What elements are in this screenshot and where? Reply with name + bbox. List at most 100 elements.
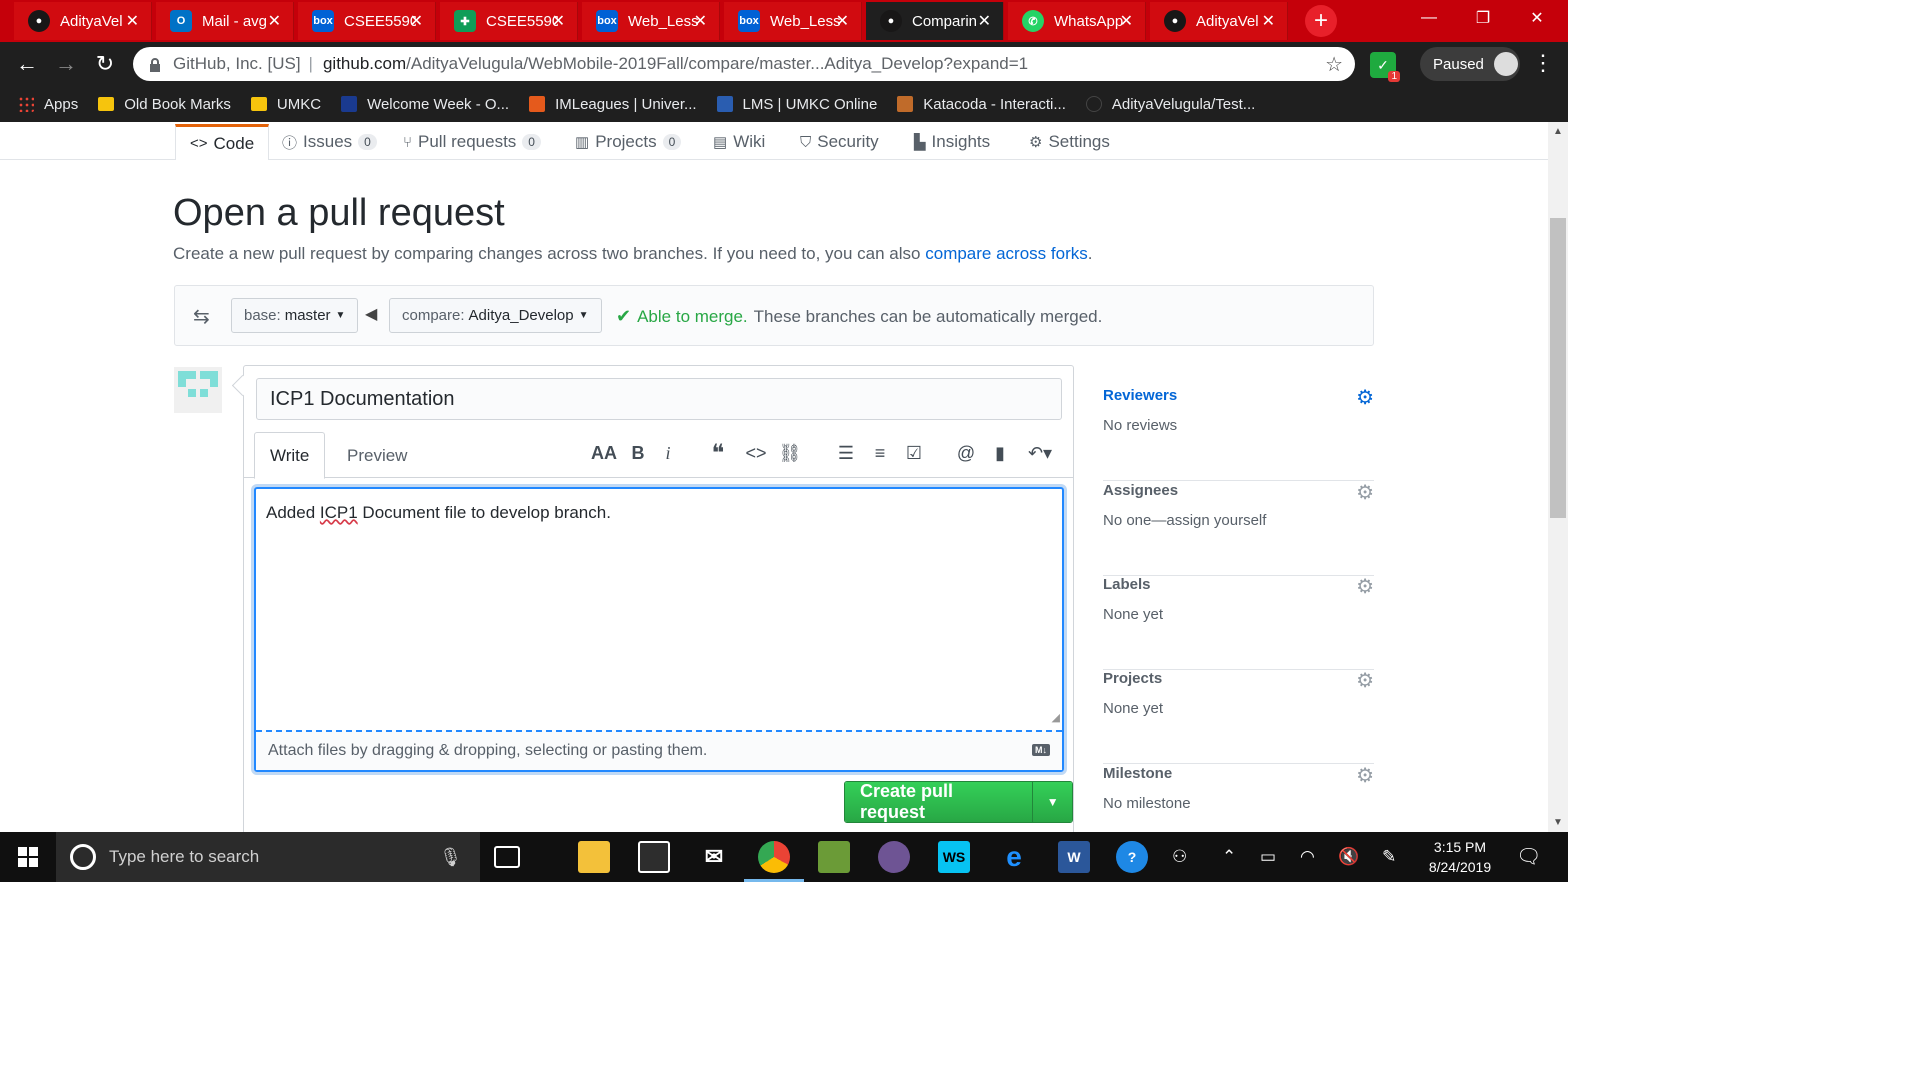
- wifi-icon[interactable]: ◠: [1300, 847, 1315, 867]
- minimize-button[interactable]: —: [1402, 0, 1456, 36]
- tab-write[interactable]: Write: [254, 432, 326, 479]
- bold-icon[interactable]: B: [624, 443, 652, 464]
- chevron-up-icon[interactable]: ⌃: [1222, 847, 1236, 867]
- browser-tab[interactable]: ● AdityaVel ✕: [1150, 2, 1288, 40]
- bookmark-star-icon[interactable]: ☆: [1325, 52, 1343, 77]
- reload-button[interactable]: ↻: [91, 50, 119, 78]
- bookmark-item[interactable]: IMLeagues | Univer...: [529, 96, 697, 113]
- resize-handle-icon[interactable]: ◢: [1052, 711, 1060, 724]
- extension-icon[interactable]: ✓ 1: [1370, 52, 1400, 82]
- pen-icon[interactable]: ✎: [1382, 847, 1396, 867]
- gear-icon[interactable]: ⚙: [1356, 385, 1374, 410]
- gear-icon[interactable]: ⚙: [1356, 668, 1374, 693]
- tab-settings[interactable]: ⚙ Settings: [1029, 126, 1110, 158]
- gear-icon[interactable]: ⚙: [1356, 574, 1374, 599]
- scroll-up-icon[interactable]: ▲: [1553, 126, 1563, 137]
- close-icon[interactable]: ✕: [1120, 11, 1133, 31]
- mention-icon[interactable]: @: [952, 443, 980, 464]
- help-icon[interactable]: ?: [1116, 841, 1148, 873]
- start-button[interactable]: [0, 832, 56, 882]
- scroll-down-icon[interactable]: ▼: [1553, 817, 1563, 828]
- tab-issues[interactable]: ⓘ Issues 0: [282, 126, 377, 158]
- chrome-icon[interactable]: [744, 841, 804, 882]
- browser-tab[interactable]: box Web_Less ✕: [582, 2, 720, 40]
- bookmark-icon[interactable]: ▮: [986, 443, 1014, 464]
- bookmark-item[interactable]: AdityaVelugula/Test...: [1085, 96, 1255, 113]
- sidebar-heading[interactable]: Assignees: [1103, 482, 1178, 499]
- sidebar-heading[interactable]: Projects: [1103, 670, 1162, 687]
- tab-security[interactable]: ⛉ Security: [800, 126, 879, 158]
- browser-tab[interactable]: box Web_Less ✕: [724, 2, 862, 40]
- bookmark-item[interactable]: Welcome Week - O...: [341, 96, 509, 113]
- browser-tab[interactable]: ✆ WhatsApp ✕: [1008, 2, 1146, 40]
- browser-tab[interactable]: ✚ CSEE5590 ✕: [440, 2, 578, 40]
- close-icon[interactable]: ✕: [836, 11, 849, 31]
- close-icon[interactable]: ✕: [410, 11, 423, 31]
- notification-icon[interactable]: 🗨: [1516, 844, 1541, 869]
- profile-button[interactable]: Paused: [1420, 47, 1520, 81]
- bookmark-item[interactable]: UMKC: [250, 96, 321, 113]
- sidebar-heading[interactable]: Reviewers: [1103, 387, 1177, 404]
- compare-branch-select[interactable]: compare: Aditya_Develop ▼: [389, 298, 602, 333]
- gear-icon[interactable]: ⚙: [1356, 763, 1374, 788]
- new-tab-button[interactable]: +: [1305, 5, 1337, 37]
- word-icon[interactable]: W: [1058, 841, 1090, 873]
- tab-pull-requests[interactable]: ⑂ Pull requests 0: [403, 126, 541, 158]
- numbered-list-icon[interactable]: ≡: [866, 443, 894, 464]
- forward-button[interactable]: →: [52, 50, 80, 78]
- pr-title-input[interactable]: [256, 378, 1062, 420]
- tab-wiki[interactable]: ▤ Wiki: [713, 126, 765, 158]
- page-scrollbar[interactable]: ▲ ▼: [1548, 122, 1568, 832]
- bookmark-item[interactable]: Apps: [18, 96, 78, 113]
- taskbar-search[interactable]: Type here to search 🎙: [56, 832, 480, 882]
- sidebar-value[interactable]: No one—assign yourself: [1103, 512, 1266, 529]
- bookmark-item[interactable]: Old Book Marks: [98, 96, 231, 113]
- reply-icon[interactable]: ↶▾: [1026, 443, 1054, 464]
- close-window-button[interactable]: ✕: [1510, 0, 1564, 36]
- battery-icon[interactable]: ▭: [1260, 847, 1276, 867]
- people-icon[interactable]: ⚇: [1172, 847, 1187, 867]
- sidebar-heading[interactable]: Milestone: [1103, 765, 1172, 782]
- photos-icon[interactable]: [818, 841, 850, 873]
- menu-kebab-icon[interactable]: ⋮: [1532, 50, 1554, 76]
- browser-tab-active[interactable]: ● Comparin ✕: [866, 2, 1004, 40]
- edge-icon[interactable]: e: [998, 841, 1030, 873]
- code-icon[interactable]: <>: [742, 443, 770, 464]
- pr-body-textarea[interactable]: Added ICP1 Document file to develop bran…: [254, 487, 1064, 772]
- task-list-icon[interactable]: ☑: [900, 443, 928, 464]
- caret-down-icon[interactable]: ▼: [1033, 782, 1072, 822]
- store-icon[interactable]: [638, 841, 670, 873]
- base-branch-select[interactable]: base: master ▼: [231, 298, 359, 333]
- compare-across-forks-link[interactable]: compare across forks: [925, 244, 1088, 263]
- restore-button[interactable]: ❐: [1456, 0, 1510, 36]
- webstorm-icon[interactable]: WS: [938, 841, 970, 873]
- avatar[interactable]: [174, 367, 222, 413]
- microphone-icon[interactable]: 🎙: [439, 847, 462, 868]
- attach-files-dropzone[interactable]: Attach files by dragging & dropping, sel…: [256, 730, 1062, 770]
- mail-icon[interactable]: ✉: [698, 841, 730, 873]
- volume-muted-icon[interactable]: 🔇: [1338, 847, 1359, 867]
- address-bar[interactable]: GitHub, Inc. [US] | github.com/AdityaVel…: [133, 47, 1355, 81]
- github-desktop-icon[interactable]: [878, 841, 910, 873]
- scrollbar-thumb[interactable]: [1550, 218, 1566, 518]
- close-icon[interactable]: ✕: [1262, 11, 1275, 31]
- browser-tab[interactable]: box CSEE5590 ✕: [298, 2, 436, 40]
- quote-icon[interactable]: ❝: [704, 439, 732, 468]
- bulleted-list-icon[interactable]: ☰: [832, 443, 860, 464]
- close-icon[interactable]: ✕: [126, 11, 139, 31]
- gear-icon[interactable]: ⚙: [1356, 480, 1374, 505]
- browser-tab[interactable]: O Mail - avg ✕: [156, 2, 294, 40]
- tab-preview[interactable]: Preview: [332, 432, 422, 479]
- tab-projects[interactable]: ▥ Projects 0: [575, 126, 682, 158]
- task-view-icon[interactable]: [494, 846, 520, 868]
- sidebar-heading[interactable]: Labels: [1103, 576, 1151, 593]
- link-icon[interactable]: ⛓: [776, 443, 804, 464]
- close-icon[interactable]: ✕: [694, 11, 707, 31]
- italic-icon[interactable]: i: [654, 443, 682, 464]
- bookmark-item[interactable]: LMS | UMKC Online: [716, 96, 877, 113]
- close-icon[interactable]: ✕: [552, 11, 565, 31]
- text-size-icon[interactable]: AA: [590, 443, 618, 464]
- back-button[interactable]: ←: [13, 50, 41, 78]
- tab-code[interactable]: <> Code: [175, 124, 270, 160]
- create-pull-request-button[interactable]: Create pull request: [845, 782, 1034, 822]
